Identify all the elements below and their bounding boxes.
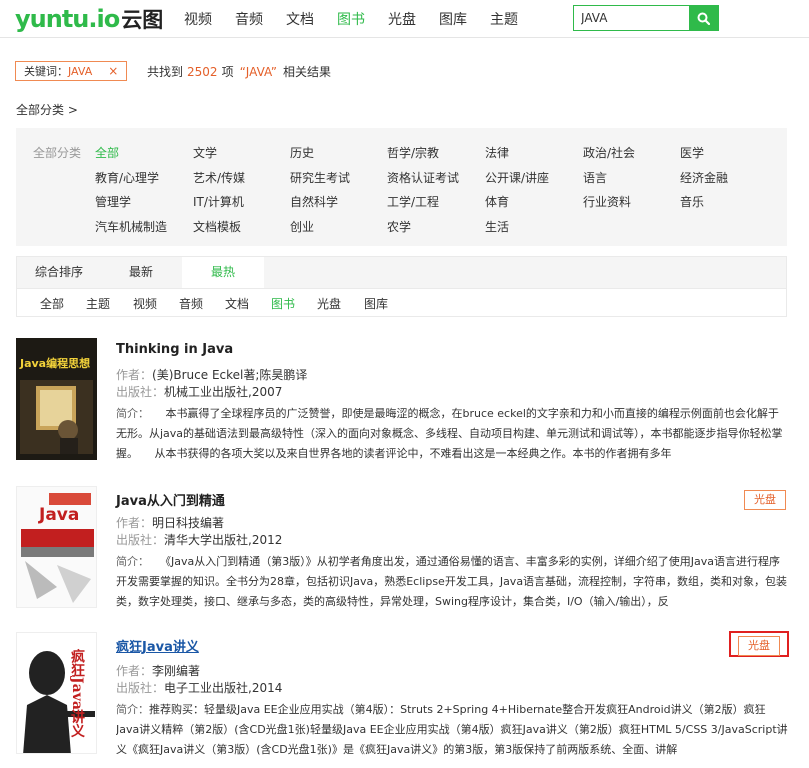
category-item[interactable]: IT/计算机 (193, 193, 244, 210)
category-item[interactable]: 自然科学 (290, 193, 338, 210)
search-icon (697, 12, 710, 25)
type-tab-docs[interactable]: 文档 (225, 295, 249, 312)
result-author: 作者：(美)Bruce Eckel著;陈昊鹏译 (116, 368, 308, 382)
category-all[interactable]: 全部 (95, 144, 119, 161)
sort-tab-hottest[interactable]: 最热 (182, 257, 264, 288)
category-item[interactable]: 文档模板 (193, 218, 241, 235)
cover-title: 疯狂Java讲义 (69, 649, 85, 738)
category-item[interactable]: 体育 (485, 193, 509, 210)
site-logo[interactable]: yuntu.io云图 (15, 4, 163, 34)
all-categories-breadcrumb[interactable]: 全部分类 > (16, 101, 78, 118)
category-item[interactable]: 行业资料 (583, 193, 631, 210)
type-tab-all[interactable]: 全部 (40, 295, 64, 312)
result-item: 疯狂Java讲义 疯狂Java讲义 光盘 作者：李刚编著 出版社：电子工业出版社… (16, 631, 789, 756)
category-item[interactable]: 经济金融 (680, 169, 728, 186)
category-item[interactable]: 生活 (485, 218, 509, 235)
nav-gallery[interactable]: 图库 (439, 9, 467, 29)
result-count: 2502 (187, 65, 218, 79)
result-query: “JAVA” (239, 65, 277, 79)
result-item: Java Java从入门到精通 光盘 作者：明日科技编著 出版社：清华大学出版社… (16, 486, 787, 610)
remove-keyword-button[interactable]: × (108, 64, 118, 78)
category-item[interactable]: 文学 (193, 144, 217, 161)
category-item[interactable]: 教育/心理学 (95, 169, 159, 186)
result-intro: 简介： 《Java从入门到精通（第3版）》从初学者角度出发，通过通俗易懂的语言、… (116, 555, 788, 608)
type-tab-books[interactable]: 图书 (271, 295, 295, 312)
result-author: 作者：李刚编著 (116, 664, 201, 678)
category-item[interactable]: 音乐 (680, 193, 704, 210)
type-tab-audio[interactable]: 音频 (179, 295, 203, 312)
result-publisher: 出版社：清华大学出版社,2012 (116, 533, 283, 547)
nav-audio[interactable]: 音频 (235, 9, 263, 29)
book-cover[interactable]: 疯狂Java讲义 (16, 632, 97, 754)
result-author: 作者：明日科技编著 (116, 516, 225, 530)
main-nav: 视频 音频 文档 图书 光盘 图库 主题 (184, 9, 541, 29)
search-button[interactable] (689, 6, 718, 30)
result-summary: 共找到 2502 项 “JAVA” 相关结果 (147, 65, 331, 79)
result-intro: 简介： 本书赢得了全球程序员的广泛赞誉，即使是最晦涩的概念，在bruce eck… (116, 407, 783, 460)
nav-docs[interactable]: 文档 (286, 9, 314, 29)
keyword-chip: 关键词： JAVA × (15, 61, 128, 81)
type-tab-topic[interactable]: 主题 (86, 295, 110, 312)
category-item[interactable]: 研究生考试 (290, 169, 350, 186)
top-header: yuntu.io云图 视频 音频 文档 图书 光盘 图库 主题 (0, 0, 809, 38)
category-item[interactable]: 法律 (485, 144, 509, 161)
cover-title: Java (39, 505, 80, 525)
result-title[interactable]: Java从入门到精通 (116, 490, 225, 509)
result-intro: 简介：推荐购买：轻量级Java EE企业应用实战（第4版）：Struts 2+S… (116, 703, 788, 756)
book-cover[interactable]: Java (16, 486, 97, 608)
category-item[interactable]: 语言 (583, 169, 607, 186)
nav-video[interactable]: 视频 (184, 9, 212, 29)
keyword-label: 关键词： (24, 65, 68, 78)
category-item[interactable]: 农学 (387, 218, 411, 235)
keyword-value: JAVA (68, 64, 93, 78)
category-item[interactable]: 历史 (290, 144, 314, 161)
category-panel: 全部分类 全部 文学 历史 哲学/宗教 法律 政治/社会 医学 教育/心理学 艺… (16, 128, 787, 246)
nav-disc[interactable]: 光盘 (388, 9, 416, 29)
book-cover[interactable]: Java编程思想 (16, 338, 97, 460)
search-box (573, 5, 719, 31)
disc-badge[interactable]: 光盘 (738, 636, 780, 656)
nav-topics[interactable]: 主题 (490, 9, 518, 29)
result-title[interactable]: 疯狂Java讲义 (116, 636, 199, 655)
search-input[interactable] (574, 6, 689, 30)
category-item[interactable]: 资格认证考试 (387, 169, 459, 186)
result-publisher: 出版社：电子工业出版社,2014 (116, 681, 283, 695)
disc-badge[interactable]: 光盘 (744, 490, 786, 510)
category-item[interactable]: 汽车机械制造 (95, 218, 167, 235)
cover-title: Java编程思想 (20, 357, 91, 370)
category-item[interactable]: 工学/工程 (387, 193, 439, 210)
type-tab-disc[interactable]: 光盘 (317, 295, 341, 312)
result-publisher: 出版社：机械工业出版社,2007 (116, 385, 283, 399)
result-title[interactable]: Thinking in Java (116, 342, 233, 357)
category-item[interactable]: 政治/社会 (583, 144, 635, 161)
type-tab-video[interactable]: 视频 (133, 295, 157, 312)
category-item[interactable]: 管理学 (95, 193, 131, 210)
category-label: 全部分类 (33, 146, 82, 160)
type-filter-bar: 全部 主题 视频 音频 文档 图书 光盘 图库 (16, 289, 787, 317)
sort-tab-newest[interactable]: 最新 (129, 257, 153, 288)
result-item: Java编程思想 Thinking in Java 作者：(美)Bruce Ec… (16, 338, 787, 462)
category-item[interactable]: 哲学/宗教 (387, 144, 439, 161)
category-item[interactable]: 公开课/讲座 (485, 169, 549, 186)
category-item[interactable]: 艺术/传媒 (193, 169, 245, 186)
sort-tab-default[interactable]: 综合排序 (35, 257, 83, 288)
sort-bar: 综合排序 最新 最热 (16, 256, 787, 289)
category-item[interactable]: 医学 (680, 144, 704, 161)
type-tab-gallery[interactable]: 图库 (364, 295, 388, 312)
category-item[interactable]: 创业 (290, 218, 314, 235)
nav-books[interactable]: 图书 (337, 9, 365, 29)
